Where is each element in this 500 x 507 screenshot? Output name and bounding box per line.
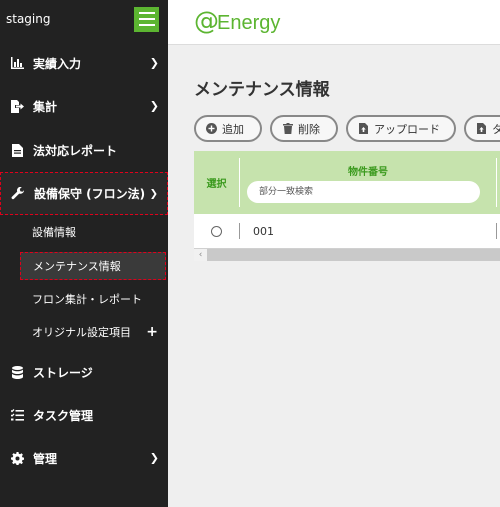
chevron-right-icon: ❯ [149, 99, 159, 113]
upload-button-label: アップロード [374, 122, 440, 136]
sidebar-item-task[interactable]: タスク管理 [0, 395, 168, 435]
wrench-icon [11, 186, 25, 201]
sidebar-subitem-original-settings[interactable]: オリジナル設定項目 + [20, 318, 166, 346]
row-select-radio[interactable] [211, 226, 222, 237]
property-number-column-header[interactable]: 物件番号 [240, 163, 496, 178]
sidebar-subitem-label: オリジナル設定項目 [32, 326, 131, 339]
scroll-left-arrow-icon[interactable]: ‹ [194, 249, 207, 261]
sidebar-item-kanri[interactable]: 管理 ❯ [0, 438, 168, 478]
sidebar-item-label: ストレージ [33, 365, 93, 380]
column-divider [496, 158, 497, 207]
gear-icon [10, 451, 24, 465]
database-icon [10, 365, 24, 379]
maintenance-table: 選択 物件番号 001 ‹ [194, 151, 500, 261]
sidebar-subitem-label: 設備情報 [32, 226, 76, 239]
property-number-cell: 001 [253, 225, 274, 238]
sidebar-subitem-setsubi-info[interactable]: 設備情報 [20, 218, 166, 246]
delete-button-label: 削除 [298, 122, 320, 136]
horizontal-scrollbar[interactable]: ‹ [194, 248, 500, 261]
column-divider [239, 223, 240, 239]
delete-button[interactable]: 削除 [270, 115, 338, 142]
sidebar-item-label: 集計 [33, 99, 58, 114]
column-divider [496, 223, 497, 239]
more-button[interactable]: タ [464, 115, 500, 142]
property-number-filter-input[interactable] [247, 181, 480, 203]
select-column-header: 選択 [206, 179, 227, 190]
add-button-label: 追加 [222, 122, 244, 136]
export-icon [10, 99, 24, 113]
add-button[interactable]: 追加 [194, 115, 262, 142]
sidebar-subitem-label: フロン集計・レポート [32, 293, 142, 306]
sidebar-item-setsubi-hoshu[interactable]: 設備保守 (フロン法) ❯ [0, 172, 168, 215]
sidebar-header: staging [0, 0, 168, 38]
sidebar-item-jisseki[interactable]: 実績入力 ❯ [0, 43, 168, 83]
top-header: @ Energy [168, 0, 500, 45]
file-icon [476, 123, 487, 134]
sidebar-item-label: 法対応レポート [33, 143, 118, 158]
plus-icon[interactable]: + [146, 324, 158, 340]
environment-label: staging [6, 12, 51, 26]
sidebar-item-label: 実績入力 [33, 56, 82, 71]
sidebar-item-label: タスク管理 [33, 408, 94, 423]
energy-logo[interactable]: @ Energy [194, 8, 280, 33]
sidebar-subitem-maintenance[interactable]: メンテナンス情報 [20, 252, 166, 280]
table-row[interactable]: 001 [194, 214, 500, 248]
page-title: メンテナンス情報 [194, 80, 330, 100]
chevron-down-icon: ❯ [149, 188, 158, 199]
sidebar-item-label: 設備保守 (フロン法) [34, 187, 146, 201]
sidebar-item-label: 管理 [33, 451, 58, 466]
sidebar-item-storage[interactable]: ストレージ [0, 352, 168, 392]
chevron-right-icon: ❯ [149, 56, 159, 70]
table-header: 選択 物件番号 [194, 151, 500, 214]
file-upload-icon [358, 123, 369, 134]
plus-circle-icon [206, 123, 217, 134]
sidebar: staging 実績入力 ❯ 集計 ❯ 法対応レポート 設備保守 (フロン法) … [0, 0, 168, 507]
upload-button[interactable]: アップロード [346, 115, 456, 142]
hamburger-menu-icon[interactable] [134, 6, 159, 32]
sidebar-subitem-label: メンテナンス情報 [33, 260, 121, 273]
bar-chart-icon [10, 56, 24, 70]
logo-at: @ [194, 6, 219, 35]
sidebar-subitem-freon-report[interactable]: フロン集計・レポート [20, 285, 166, 313]
chevron-right-icon: ❯ [149, 451, 159, 465]
document-icon [10, 143, 24, 157]
more-button-label: タ [492, 122, 500, 136]
logo-text: Energy [217, 12, 281, 34]
sidebar-item-report[interactable]: 法対応レポート [0, 130, 168, 170]
task-list-icon [10, 408, 24, 422]
trash-icon [282, 123, 293, 134]
sidebar-item-shukei[interactable]: 集計 ❯ [0, 86, 168, 126]
